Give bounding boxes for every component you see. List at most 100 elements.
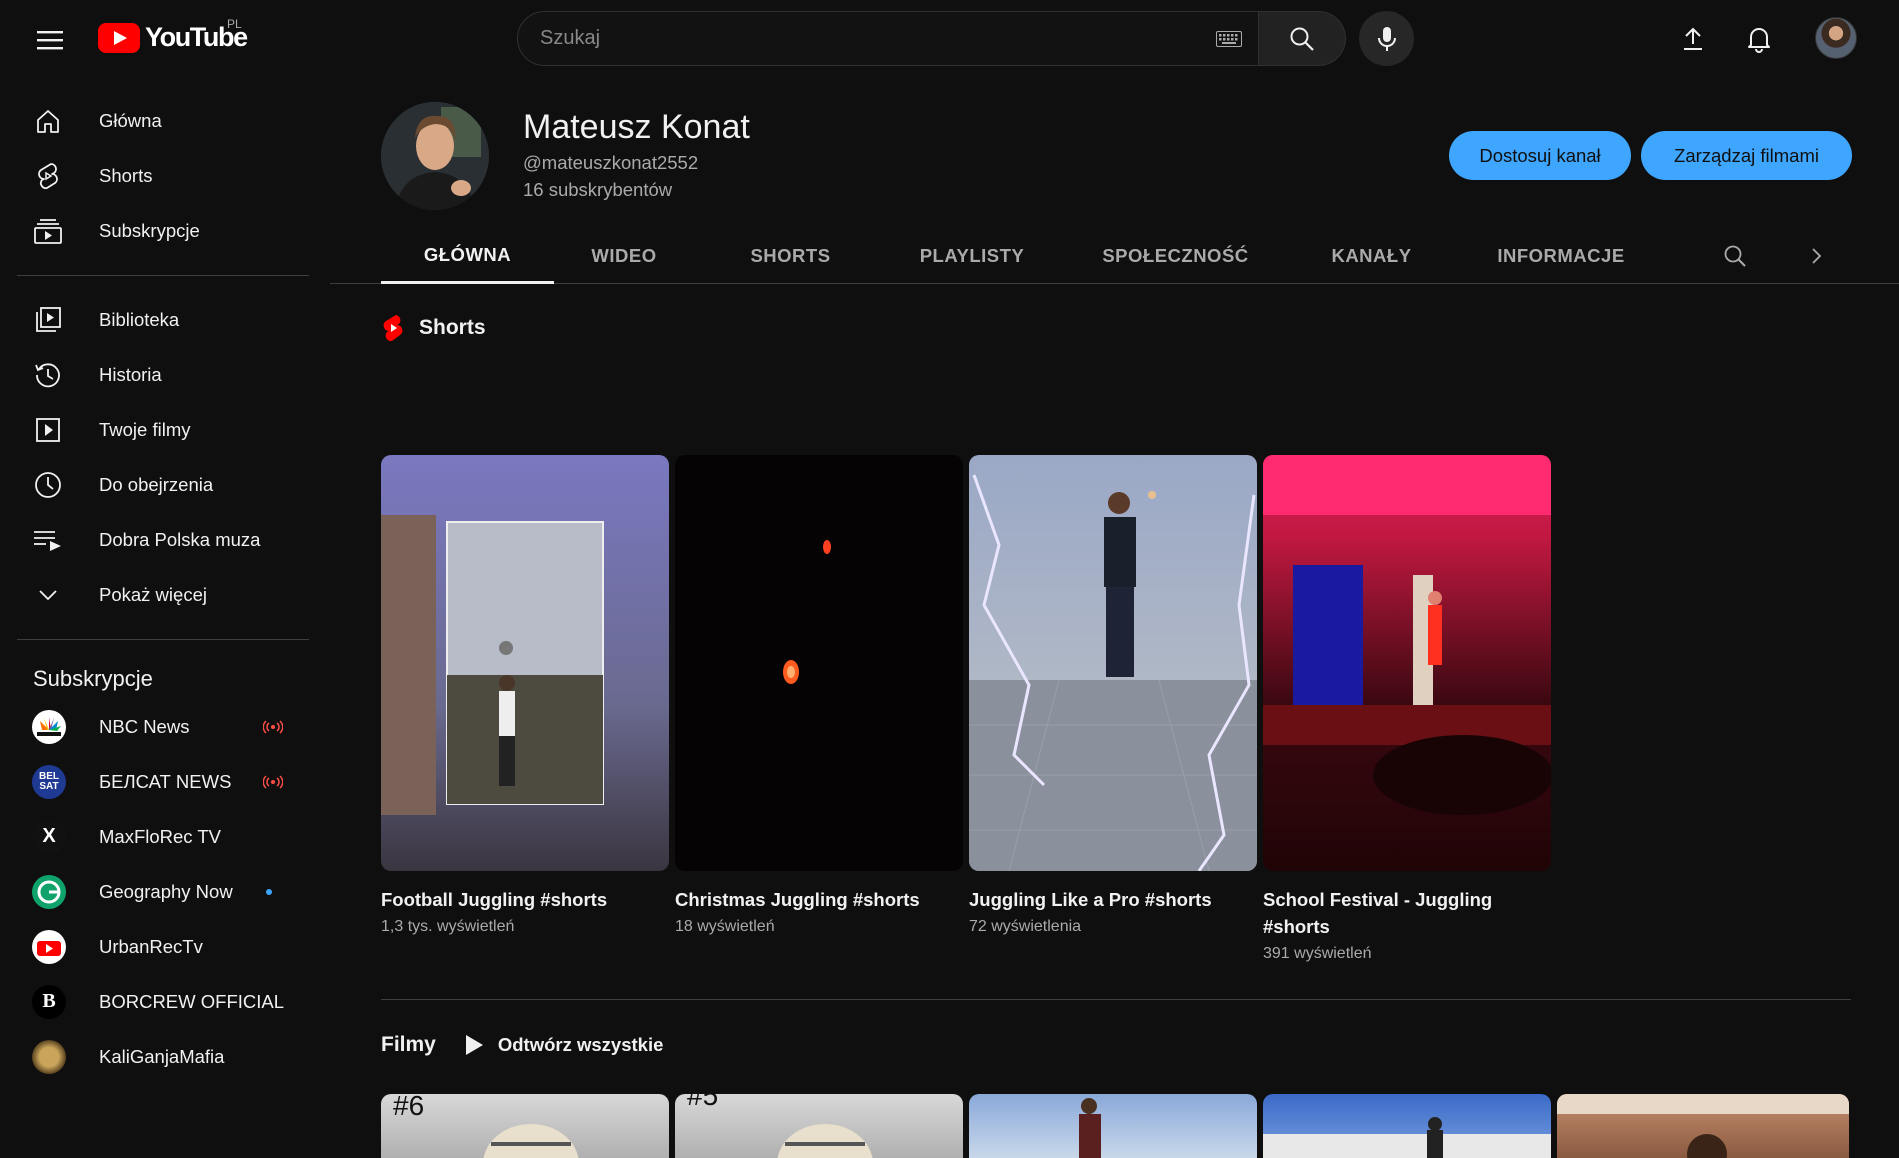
short-card[interactable]: School Festival - Juggling #shorts 391 w… (1263, 455, 1551, 963)
video-thumbnail[interactable]: #5 (675, 1094, 963, 1158)
sidebar-item-history[interactable]: Historia (17, 347, 309, 402)
video-thumb-label: #6 (393, 1094, 425, 1121)
subscriptions-heading: Subskrypcje (33, 666, 153, 691)
short-thumbnail[interactable] (1263, 455, 1551, 871)
sidebar-item-label: Shorts (99, 164, 153, 186)
subscription-item-belsat-news[interactable]: BEL SAT БЕЛСАТ NEWS (17, 754, 309, 809)
keyboard-icon[interactable] (1216, 30, 1242, 47)
subscription-item-borcrew[interactable]: B BORCREW OFFICIAL (17, 974, 309, 1029)
upload-icon[interactable] (1673, 19, 1713, 59)
video-thumbnail[interactable]: #6 (381, 1094, 669, 1158)
subscription-item-geography-now[interactable]: Geography Now (17, 864, 309, 919)
search-button[interactable] (1259, 11, 1346, 66)
live-broadcast-icon (263, 774, 283, 789)
channel-tabs: GŁÓWNA WIDEO SHORTS PLAYLISTY SPOŁECZNOŚ… (330, 228, 1899, 284)
video-thumbnail[interactable] (1263, 1094, 1551, 1158)
subscription-item-nbc-news[interactable]: NBC News (17, 699, 309, 754)
sidebar-item-playlist[interactable]: Dobra Polska muza (17, 512, 309, 567)
short-views: 391 wyświetleń (1263, 945, 1372, 962)
channel-avatar (381, 102, 489, 210)
sidebar-divider (17, 275, 309, 276)
urbanrectv-avatar (32, 929, 66, 964)
tab-about[interactable]: INFORMACJE (1480, 228, 1642, 284)
channel-handle: @mateuszkonat2552 (523, 152, 699, 173)
tab-videos[interactable]: WIDEO (572, 228, 676, 284)
sidebar-item-watch-later[interactable]: Do obejrzenia (17, 457, 309, 512)
sidebar-item-label: Subskrypcje (99, 219, 200, 241)
youtube-logo[interactable]: YouTube (98, 22, 248, 53)
menu-icon[interactable] (30, 20, 70, 60)
subscription-item-urbanrectv[interactable]: UrbanRecTv (17, 919, 309, 974)
video-thumbnail[interactable] (969, 1094, 1257, 1158)
search-box (517, 11, 1259, 66)
sidebar-item-show-more[interactable]: Pokaż więcej (17, 567, 309, 622)
play-all-label: Odtwórz wszystkie (497, 1034, 664, 1055)
account-avatar[interactable] (1815, 17, 1857, 59)
notifications-bell-icon[interactable] (1739, 19, 1779, 59)
country-code: PL (227, 17, 242, 31)
borcrew-avatar: B (32, 984, 66, 1019)
short-title[interactable]: Christmas Juggling #shorts (675, 886, 963, 913)
sidebar-item-library[interactable]: Biblioteka (17, 292, 309, 347)
channel-page: Mateusz Konat @mateuszkonat2552 16 subsk… (330, 78, 1899, 1158)
short-views: 1,3 tys. wyświetleń (381, 918, 515, 935)
nbc-news-avatar (32, 709, 66, 744)
short-card[interactable]: Christmas Juggling #shorts 18 wyświetleń (675, 455, 963, 936)
voice-search-button[interactable] (1359, 11, 1414, 66)
sidebar-item-label: Dobra Polska muza (99, 528, 261, 550)
sidebar-item-subscriptions[interactable]: Subskrypcje (17, 203, 309, 258)
shorts-section-header: Shorts (381, 314, 486, 342)
sidebar-item-label: Główna (99, 109, 162, 131)
short-title[interactable]: School Festival - Juggling #shorts (1263, 886, 1551, 940)
subscription-label: MaxFloRec TV (99, 825, 221, 847)
tab-community[interactable]: SPOŁECZNOŚĆ (1088, 228, 1263, 284)
subscription-label: Geography Now (99, 880, 233, 902)
sidebar-item-your-videos[interactable]: Twoje filmy (17, 402, 309, 457)
tab-playlists[interactable]: PLAYLISTY (896, 228, 1048, 284)
short-title[interactable]: Juggling Like a Pro #shorts (969, 886, 1257, 913)
short-card[interactable]: Juggling Like a Pro #shorts 72 wyświetle… (969, 455, 1257, 936)
short-views: 72 wyświetlenia (969, 918, 1082, 935)
short-thumbnail[interactable] (675, 455, 963, 871)
your-videos-icon (17, 417, 79, 443)
short-thumbnail[interactable] (969, 455, 1257, 871)
customize-channel-button[interactable]: Dostosuj kanał (1449, 131, 1631, 180)
subscription-label: NBC News (99, 715, 190, 737)
maxflorec-avatar: X (32, 819, 66, 854)
subscription-item-kaliganjamafia[interactable]: KaliGanjaMafia (17, 1029, 309, 1084)
short-card[interactable]: Football Juggling #shorts 1,3 tys. wyświ… (381, 455, 669, 936)
channel-search-icon[interactable] (1715, 236, 1755, 276)
sidebar-divider (17, 639, 309, 640)
top-bar: YouTube PL (0, 0, 1899, 78)
video-thumbnail[interactable] (1557, 1094, 1849, 1158)
new-content-dot (266, 888, 272, 895)
sidebar-item-label: Biblioteka (99, 308, 180, 330)
short-thumbnail[interactable] (381, 455, 669, 871)
sidebar: Główna Shorts Subskrypcje Biblioteka His… (0, 78, 318, 1080)
sidebar-item-label: Do obejrzenia (99, 473, 214, 495)
shorts-icon (17, 162, 79, 190)
short-title[interactable]: Football Juggling #shorts (381, 886, 669, 913)
tab-channels[interactable]: KANAŁY (1311, 228, 1432, 284)
subscription-label: БЕЛСАТ NEWS (99, 770, 232, 792)
subscription-label: KaliGanjaMafia (99, 1045, 225, 1067)
search-input[interactable] (540, 27, 1216, 50)
chevron-down-icon (17, 588, 79, 602)
subscriptions-icon (17, 218, 79, 244)
video-thumb-label: #5 (687, 1094, 719, 1111)
subscription-label: UrbanRecTv (99, 935, 203, 957)
section-divider (381, 999, 1851, 1000)
chevron-right-icon[interactable] (1796, 236, 1836, 276)
tab-home[interactable]: GŁÓWNA (381, 228, 554, 284)
play-all-button[interactable]: Odtwórz wszystkie (464, 1034, 664, 1056)
tab-shorts[interactable]: SHORTS (737, 228, 844, 284)
manage-videos-button[interactable]: Zarządzaj filmami (1641, 131, 1852, 180)
sidebar-item-label: Twoje filmy (99, 418, 191, 440)
search-icon (1290, 27, 1314, 51)
subscription-label: BORCREW OFFICIAL (99, 990, 285, 1012)
films-section-header: Filmy Odtwórz wszystkie (381, 1033, 663, 1057)
youtube-play-icon (98, 22, 140, 53)
subscription-item-maxflorec[interactable]: X MaxFloRec TV (17, 809, 309, 864)
sidebar-item-shorts[interactable]: Shorts (17, 148, 309, 203)
sidebar-item-home[interactable]: Główna (17, 93, 309, 148)
